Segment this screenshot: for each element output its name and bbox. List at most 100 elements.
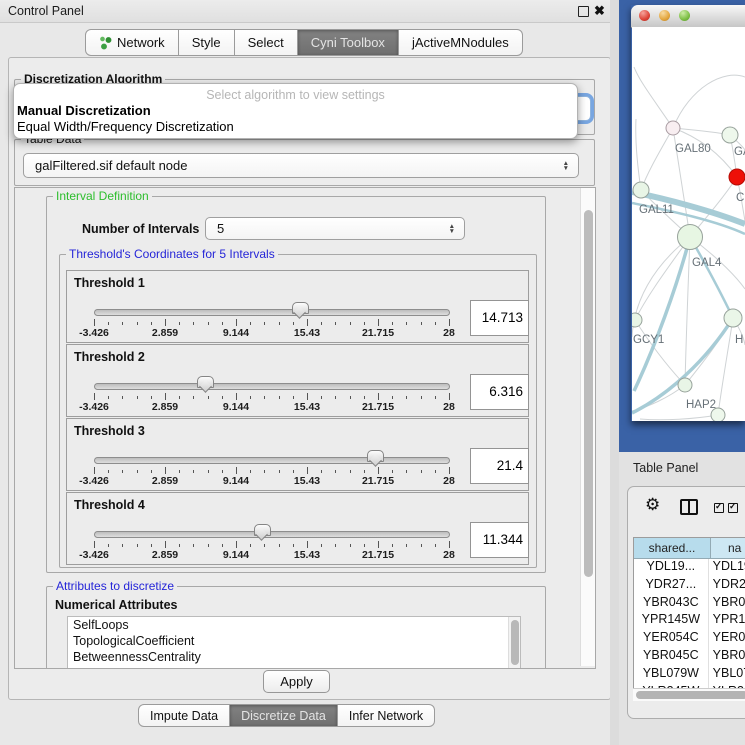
cell-shared-name: YBR043C	[634, 595, 709, 613]
column-header-shared-name[interactable]: shared...	[634, 538, 711, 559]
option-manual-discretization[interactable]: Manual Discretization	[17, 103, 151, 118]
table-row[interactable]: YBR043CYBR043C	[634, 595, 745, 613]
scale-label: 21.715	[362, 549, 394, 561]
attributes-group: Attributes to discretize Numerical Attri…	[46, 586, 546, 669]
tab-style[interactable]: Style	[179, 29, 235, 56]
column-header-name[interactable]: na	[711, 538, 745, 559]
cell-shared-name: YER054C	[634, 630, 709, 648]
list-item[interactable]: SelfLoops	[68, 617, 520, 633]
algorithm-dropdown-popup: Select algorithm to view settings Manual…	[13, 83, 578, 139]
network-window[interactable]: GAL80GACGAL11GAL4GCY1HHAP2	[631, 5, 745, 421]
node-label: HAP2	[686, 399, 716, 411]
apply-button[interactable]: Apply	[263, 670, 330, 693]
network-graph: GAL80GACGAL11GAL4GCY1HHAP2	[632, 27, 745, 421]
threshold-slider[interactable]: -3.4262.8599.14415.4321.71528	[94, 376, 450, 414]
table-row[interactable]: YBR045CYBR045C	[634, 648, 745, 666]
scale-label: 15.43	[294, 401, 320, 413]
zoom-traffic-light[interactable]	[679, 10, 690, 21]
slider-thumb[interactable]	[254, 524, 271, 536]
node-label: GAL11	[639, 204, 674, 216]
threshold-value-field[interactable]: 11.344	[470, 522, 529, 558]
number-of-intervals-combobox[interactable]: 5 ▲▼	[205, 217, 465, 240]
scale-label: -3.426	[79, 327, 109, 339]
interval-definition-group: Interval Definition Number of Intervals …	[46, 196, 546, 573]
combo-stepper-icon: ▲▼	[563, 161, 569, 171]
threshold-slider[interactable]: -3.4262.8599.14415.4321.71528	[94, 302, 450, 340]
tab-label: Style	[192, 35, 221, 50]
option-equal-width-frequency[interactable]: Equal Width/Frequency Discretization	[17, 119, 234, 134]
node-label: GAL80	[675, 143, 711, 155]
node-hap2	[678, 378, 692, 392]
numerical-attributes-list[interactable]: SelfLoopsTopologicalCoefficientBetweenne…	[67, 616, 521, 669]
settings-scrollpane: Interval Definition Number of Intervals …	[14, 187, 596, 669]
tab-select[interactable]: Select	[235, 29, 298, 56]
cell-name: YDL19	[709, 559, 745, 577]
tab-network[interactable]: Network	[85, 29, 179, 56]
tab-impute-data[interactable]: Impute Data	[138, 704, 230, 727]
threshold-slider[interactable]: -3.4262.8599.14415.4321.71528	[94, 450, 450, 488]
slider-track[interactable]	[94, 383, 450, 390]
gear-icon[interactable]: ⚙	[645, 496, 660, 513]
top-tab-bar: Network Style Select Cyni ToolboxjActiveMNo…	[85, 29, 523, 56]
tab-discretize-data[interactable]: Discretize Data	[230, 704, 338, 727]
table-row[interactable]: YER054CYER054C	[634, 630, 745, 648]
scrollbar-thumb[interactable]	[511, 620, 519, 665]
table-row[interactable]: YDL19...YDL19	[634, 559, 745, 577]
select-all-checkbox-icon[interactable]	[714, 503, 724, 513]
tab-label: Network	[117, 35, 165, 50]
tab-cyni-toolbox[interactable]: Cyni Toolbox	[298, 29, 399, 56]
tab-jactivemnodules[interactable]: jActiveMNodules	[399, 29, 523, 56]
table-row[interactable]: YPR145WYPR145W	[634, 612, 745, 630]
minimize-traffic-light[interactable]	[659, 10, 670, 21]
node-ga	[722, 127, 738, 143]
close-traffic-light[interactable]	[639, 10, 650, 21]
horizontal-scrollbar[interactable]	[633, 688, 745, 701]
list-scrollbar[interactable]	[508, 617, 520, 669]
control-panel-titlebar: Control Panel ✖	[0, 0, 618, 23]
close-icon[interactable]: ✖	[594, 3, 605, 19]
table-row[interactable]: YBL079WYBL079W	[634, 666, 745, 684]
slider-thumb[interactable]	[292, 302, 309, 314]
tab-label: Infer Network	[349, 709, 423, 723]
node-label: GCY1	[633, 334, 664, 346]
node-gal4	[678, 225, 703, 250]
threshold-value-field[interactable]: 6.316	[470, 374, 529, 410]
threshold-label: Threshold 4	[74, 498, 145, 512]
slider-thumb[interactable]	[197, 376, 214, 388]
slider-track[interactable]	[94, 531, 450, 538]
slider-track[interactable]	[94, 309, 450, 316]
vertical-scrollbar[interactable]	[580, 188, 595, 666]
panel-splitter[interactable]	[610, 0, 619, 745]
table-row[interactable]: YDR27...YDR27	[634, 577, 745, 595]
network-window-titlebar[interactable]	[631, 5, 745, 28]
tab-label: Select	[248, 35, 284, 50]
select-none-checkbox-icon[interactable]	[728, 503, 738, 513]
slider-track[interactable]	[94, 457, 450, 464]
cell-shared-name: YDR27...	[634, 577, 709, 595]
float-window-icon[interactable]	[578, 6, 589, 17]
scale-label: 2.859	[152, 549, 178, 561]
columns-icon[interactable]	[680, 499, 698, 515]
scale-label: 21.715	[362, 475, 394, 487]
table-rows: YDL19...YDL19YDR27...YDR27YBR043CYBR043C…	[634, 559, 745, 701]
tab-infer-network[interactable]: Infer Network	[338, 704, 435, 727]
slider-thumb[interactable]	[367, 450, 384, 462]
group-title: Interval Definition	[53, 189, 152, 203]
list-item[interactable]: TopologicalCoefficient	[68, 633, 520, 649]
thresholds-group: Threshold's Coordinates for 5 Intervals …	[59, 254, 537, 568]
threshold-value-field[interactable]: 21.4	[470, 448, 529, 484]
node-gcy1	[632, 313, 642, 327]
node-label: H	[735, 334, 743, 346]
list-item[interactable]: BetweennessCentrality	[68, 649, 520, 665]
scale-label: 2.859	[152, 475, 178, 487]
scrollbar-thumb[interactable]	[584, 210, 593, 577]
scale-label: 2.859	[152, 401, 178, 413]
slider-scale-labels: -3.4262.8599.14415.4321.71528	[94, 401, 450, 413]
threshold-value-field[interactable]: 14.713	[470, 300, 529, 336]
node-label: C	[736, 192, 744, 204]
table-data-combobox[interactable]: galFiltered.sif default node ▲▼	[23, 153, 579, 178]
scrollbar-thumb[interactable]	[636, 691, 745, 699]
network-canvas[interactable]: GAL80GACGAL11GAL4GCY1HHAP2	[632, 27, 745, 421]
slider-ticks	[94, 319, 450, 327]
threshold-slider[interactable]: -3.4262.8599.14415.4321.71528	[94, 524, 450, 562]
